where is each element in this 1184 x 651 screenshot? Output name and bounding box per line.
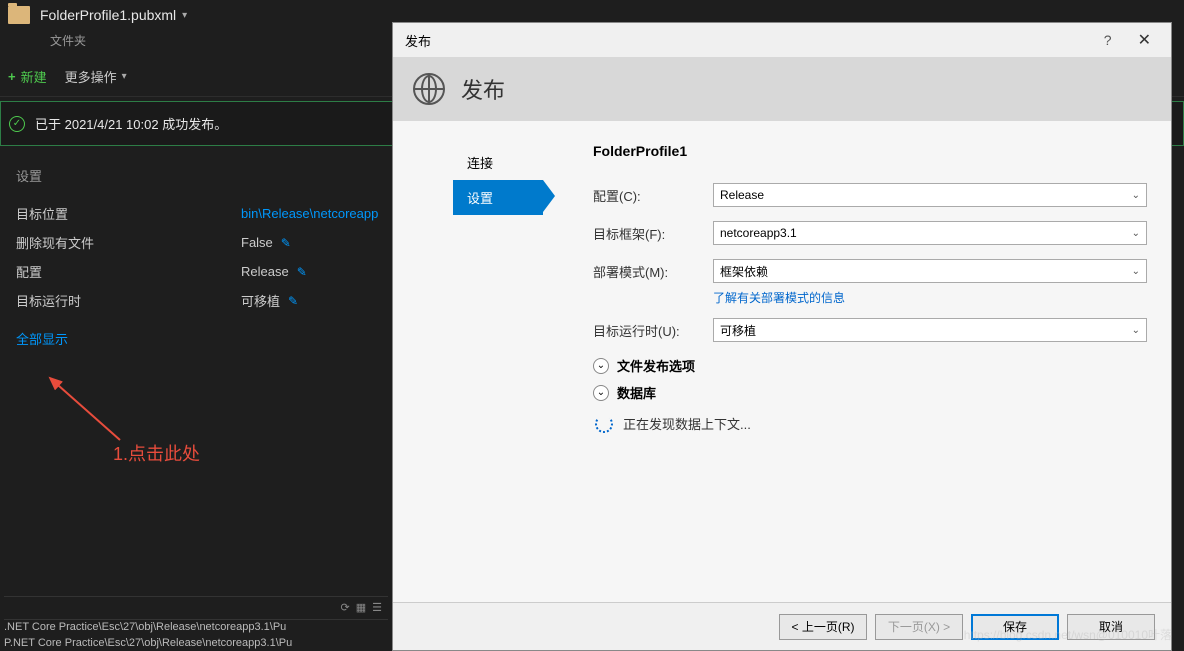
config-select[interactable]: Release ⌄ — [713, 183, 1147, 207]
deploy-info-link[interactable]: 了解有关部署模式的信息 — [713, 289, 1147, 306]
file-options-expander[interactable]: ⌄ 文件发布选项 — [593, 356, 1147, 375]
setting-value: False ✎ — [241, 235, 291, 250]
console-icon[interactable]: ☰ — [372, 601, 382, 616]
annotation-arrow-1 — [30, 370, 130, 450]
chevron-down-icon: ⌄ — [1132, 266, 1140, 277]
setting-label: 目标位置 — [16, 204, 241, 223]
help-icon[interactable]: ? — [1104, 32, 1112, 48]
folder-icon — [8, 6, 30, 24]
setting-label: 配置 — [16, 262, 241, 281]
chevron-down-icon: ⌄ — [1132, 228, 1140, 239]
success-icon: ✓ — [9, 116, 25, 132]
dialog-sidebar: 连接 设置 — [393, 121, 593, 602]
expand-icon: ⌄ — [593, 385, 609, 401]
file-title[interactable]: FolderProfile1.pubxml ▾ — [40, 7, 187, 23]
status-text: 已于 2021/4/21 10:02 成功发布。 — [35, 114, 227, 133]
chevron-down-icon: ▾ — [122, 71, 127, 82]
framework-select[interactable]: netcoreapp3.1 ⌄ — [713, 221, 1147, 245]
new-label: 新建 — [21, 67, 47, 86]
next-button[interactable]: 下一页(X) > — [875, 614, 963, 640]
deploy-mode-label: 部署模式(M): — [593, 262, 713, 281]
more-label: 更多操作 — [65, 67, 117, 86]
profile-name: FolderProfile1 — [593, 143, 1147, 159]
chevron-down-icon: ⌄ — [1132, 325, 1140, 336]
sidebar-item-connection[interactable]: 连接 — [453, 145, 593, 180]
database-label: 数据库 — [617, 383, 656, 402]
edit-icon[interactable]: ✎ — [281, 236, 291, 250]
setting-label: 删除现有文件 — [16, 233, 241, 252]
dialog-footer: < 上一页(R) 下一页(X) > 保存 取消 — [393, 602, 1171, 650]
loading-row: 正在发现数据上下文... — [595, 414, 1147, 433]
edit-icon[interactable]: ✎ — [288, 294, 298, 308]
database-expander[interactable]: ⌄ 数据库 — [593, 383, 1147, 402]
loading-text: 正在发现数据上下文... — [623, 414, 751, 433]
console-line: P.NET Core Practice\Esc\27\obj\Release\n… — [4, 636, 388, 651]
console-icon[interactable]: ▦ — [356, 601, 366, 616]
cancel-button[interactable]: 取消 — [1067, 614, 1155, 640]
new-button[interactable]: + 新建 — [8, 67, 47, 86]
chevron-down-icon: ⌄ — [1132, 190, 1140, 201]
file-name: FolderProfile1.pubxml — [40, 7, 176, 23]
console-line: .NET Core Practice\Esc\27\obj\Release\ne… — [4, 620, 388, 635]
dialog-header: 发布 — [393, 57, 1171, 121]
dialog-main: FolderProfile1 配置(C): Release ⌄ 目标框架(F):… — [593, 121, 1171, 602]
runtime-select[interactable]: 可移植 ⌄ — [713, 318, 1147, 342]
config-label: 配置(C): — [593, 186, 713, 205]
runtime-label: 目标运行时(U): — [593, 321, 713, 340]
more-actions-button[interactable]: 更多操作 ▾ — [65, 67, 127, 86]
annotation-step1: 1.点击此处 — [113, 440, 200, 466]
spinner-icon — [595, 415, 613, 433]
globe-icon — [413, 73, 445, 105]
plus-icon: + — [8, 69, 16, 84]
console-toolbar: ⟳ ▦ ☰ — [4, 596, 388, 620]
file-options-label: 文件发布选项 — [617, 356, 695, 375]
dialog-titlebar: 发布 ? ✕ — [393, 23, 1171, 57]
save-button[interactable]: 保存 — [971, 614, 1059, 640]
console-icon[interactable]: ⟳ — [341, 601, 350, 616]
dialog-header-title: 发布 — [461, 73, 505, 105]
framework-label: 目标框架(F): — [593, 224, 713, 243]
setting-value[interactable]: bin\Release\netcoreapp — [241, 206, 378, 221]
setting-value: Release ✎ — [241, 264, 307, 279]
setting-label: 目标运行时 — [16, 291, 241, 310]
deploy-mode-select[interactable]: 框架依赖 ⌄ — [713, 259, 1147, 283]
output-console: ⟳ ▦ ☰ .NET Core Practice\Esc\27\obj\Rele… — [0, 596, 392, 651]
chevron-down-icon: ▾ — [182, 10, 187, 21]
prev-button[interactable]: < 上一页(R) — [779, 614, 867, 640]
publish-dialog: 发布 ? ✕ 发布 连接 设置 FolderProfile1 配置(C): — [392, 22, 1172, 651]
close-icon[interactable]: ✕ — [1130, 28, 1159, 52]
expand-icon: ⌄ — [593, 358, 609, 374]
setting-value: 可移植 ✎ — [241, 291, 298, 310]
dialog-title: 发布 — [405, 31, 431, 50]
sidebar-item-settings[interactable]: 设置 — [453, 180, 543, 215]
edit-icon[interactable]: ✎ — [297, 265, 307, 279]
